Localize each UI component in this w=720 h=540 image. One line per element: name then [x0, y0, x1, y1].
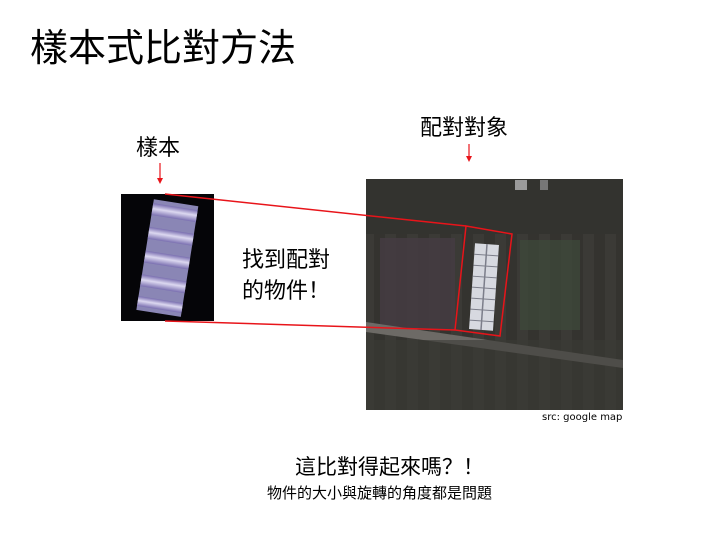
question-text: 這比對得起來嗎？！ — [295, 455, 484, 479]
source-credit: src: google map — [542, 412, 623, 423]
note-text: 物件的大小與旋轉的角度都是問題 — [267, 484, 493, 502]
target-arrow — [466, 144, 472, 162]
center-caption: 找到配對 的物件！ — [242, 245, 330, 307]
satellite-image — [366, 179, 623, 410]
sample-image — [121, 194, 214, 321]
center-caption-line-2: 的物件！ — [242, 279, 331, 304]
center-caption-line-1: 找到配對 — [242, 248, 331, 273]
sample-arrow — [157, 163, 163, 184]
